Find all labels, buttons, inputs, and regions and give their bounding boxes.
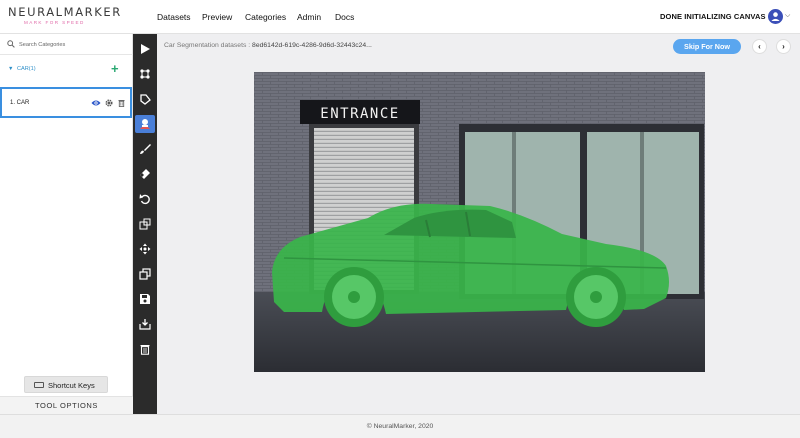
entrance-sign-text: ENTRANCE [320,106,399,122]
main-area: Car Segmentation datasets : 8ed6142d-619… [157,34,800,414]
polygon-points-icon [140,69,150,79]
car-image: ENTRANCE [254,72,705,372]
breadcrumb-dataset[interactable]: Car Segmentation datasets : [164,42,250,49]
shortcut-keys-button[interactable]: Shortcut Keys [24,376,108,393]
save-tool[interactable] [135,290,155,308]
tool-options-tab[interactable]: TOOL OPTIONS [0,396,133,414]
smart-select-tool[interactable] [135,115,155,133]
move-tool[interactable] [135,240,155,258]
nav-preview[interactable]: Preview [202,12,232,22]
tool-bar [133,34,157,414]
delete-tool[interactable] [135,340,155,358]
canvas-status: DONE INITIALIZING CANVAS [660,12,766,21]
nav-admin[interactable]: Admin [297,12,321,22]
keyboard-icon [34,382,44,388]
user-icon [771,12,780,21]
polygon-points-tool[interactable] [135,65,155,83]
nav-categories[interactable]: Categories [245,12,286,22]
category-search [0,34,133,55]
pointer-tool[interactable] [135,40,155,58]
box-select-icon [139,218,151,230]
skip-button[interactable]: Skip For Now [673,39,741,54]
category-name[interactable]: CAR(1) [17,66,36,72]
chevron-down-icon[interactable]: ⌵ [785,12,790,20]
annotation-canvas[interactable]: ENTRANCE [254,72,705,372]
brush-tool[interactable] [135,140,155,158]
undo-tool[interactable] [135,190,155,208]
next-image-button[interactable]: › [776,39,791,54]
undo-icon [139,194,150,205]
annotation-item-label: 1. CAR [10,100,30,106]
eye-icon[interactable] [91,99,101,107]
search-input[interactable] [19,38,127,51]
eraser-tool[interactable] [135,165,155,183]
shortcut-keys-label: Shortcut Keys [48,381,95,390]
category-group-car[interactable]: ▼ CAR(1) + [8,61,126,78]
polygon-tool[interactable] [135,90,155,108]
box-select-tool[interactable] [135,215,155,233]
save-icon [140,294,150,304]
brand-logo[interactable]: NEURALMARKER MARK FOR SPEED [8,5,122,25]
download-icon [139,319,151,330]
search-icon [7,40,15,48]
add-icon[interactable]: + [111,61,119,76]
nav-datasets[interactable]: Datasets [157,12,191,22]
download-tool[interactable] [135,315,155,333]
brush-icon [140,144,151,154]
pointer-icon [141,44,150,54]
copy-icon [139,268,151,280]
gear-icon[interactable] [105,99,113,107]
footer: © NeuralMarker, 2020 [0,414,800,438]
annotation-item[interactable]: 1. CAR [0,87,132,118]
caret-down-icon[interactable]: ▼ [8,66,13,72]
brand-tagline: MARK FOR SPEED [24,20,85,25]
prev-image-button[interactable]: ‹ [752,39,767,54]
move-icon [139,243,151,255]
breadcrumb: Car Segmentation datasets : 8ed6142d-619… [164,42,372,49]
top-nav: NEURALMARKER MARK FOR SPEED Datasets Pre… [0,0,800,34]
breadcrumb-image-id: 8ed6142d-619c-4286-9d6d-32443c24... [252,42,372,49]
trash-icon[interactable] [118,99,125,107]
brand-name: NEURALMARKER [8,5,122,19]
nav-docs[interactable]: Docs [335,12,354,22]
smart-select-icon [140,119,150,129]
copy-tool[interactable] [135,265,155,283]
user-avatar[interactable] [768,9,783,24]
delete-icon [140,345,150,355]
eraser-icon [140,169,150,179]
polygon-icon [140,94,151,105]
category-panel: ▼ CAR(1) + 1. CAR Shortcut Keys TOOL OPT… [0,34,133,414]
